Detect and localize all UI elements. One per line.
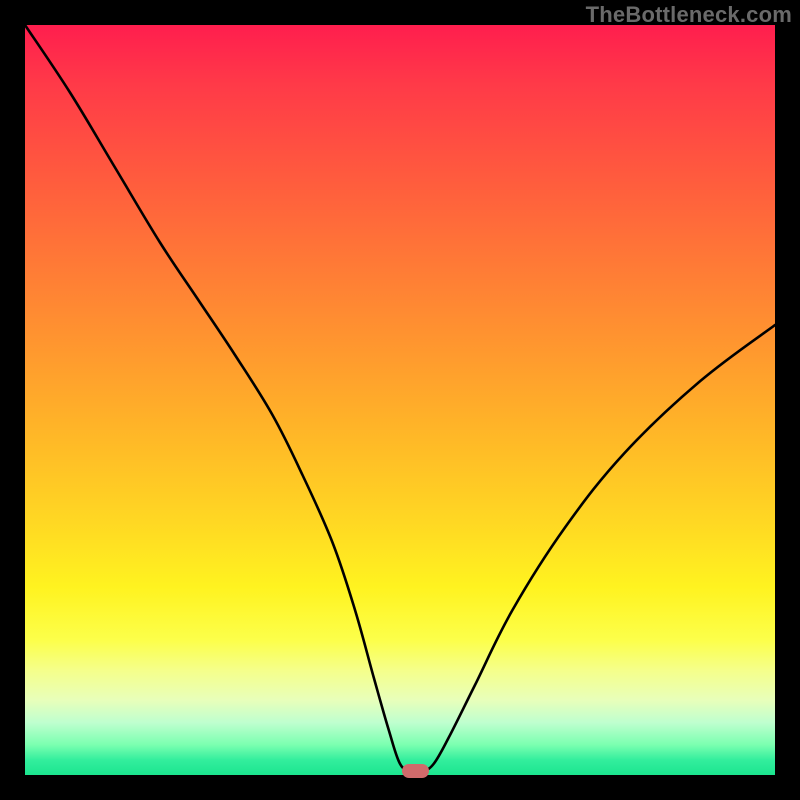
plot-area: [25, 25, 775, 775]
line-curve: [25, 25, 775, 775]
optimal-marker: [402, 764, 429, 778]
watermark-text: TheBottleneck.com: [586, 2, 792, 28]
chart-frame: TheBottleneck.com: [0, 0, 800, 800]
